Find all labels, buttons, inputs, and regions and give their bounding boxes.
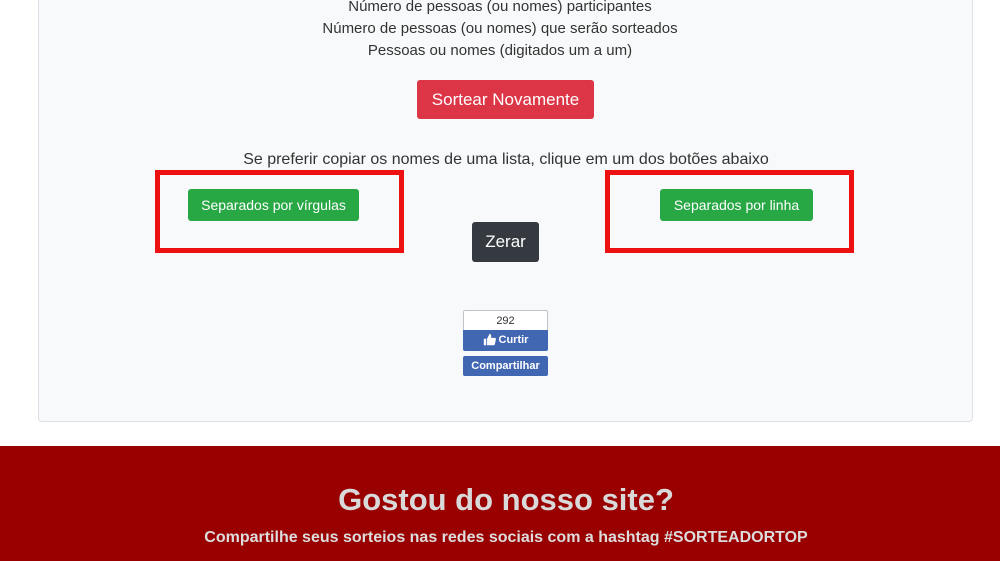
footer-title: Gostou do nosso site? (338, 482, 674, 517)
facebook-like-label: Curtir (498, 334, 529, 346)
highlight-box-linha (605, 170, 854, 253)
info-participantes: Número de pessoas (ou nomes) participant… (348, 0, 652, 15)
info-nomes: Pessoas ou nomes (digitados um a um) (367, 42, 633, 59)
footer-banner: Gostou do nosso site? Compartilhe seus s… (0, 446, 1000, 561)
zerar-button[interactable]: Zerar (472, 222, 539, 262)
thumbs-up-icon (483, 333, 496, 346)
facebook-widget: 292 Curtir Compartilhar (463, 310, 548, 376)
facebook-like-count: 292 (463, 310, 548, 330)
footer-subtitle: Compartilhe seus sorteios nas redes soci… (204, 529, 808, 546)
highlight-box-virgulas (155, 170, 404, 253)
copy-list-instruction: Se preferir copiar os nomes de uma lista… (243, 151, 769, 168)
facebook-like-button[interactable]: Curtir (463, 330, 548, 351)
sortear-novamente-button[interactable]: Sortear Novamente (417, 80, 594, 119)
facebook-share-button[interactable]: Compartilhar (463, 356, 548, 376)
info-sorteados: Número de pessoas (ou nomes) que serão s… (322, 20, 678, 37)
